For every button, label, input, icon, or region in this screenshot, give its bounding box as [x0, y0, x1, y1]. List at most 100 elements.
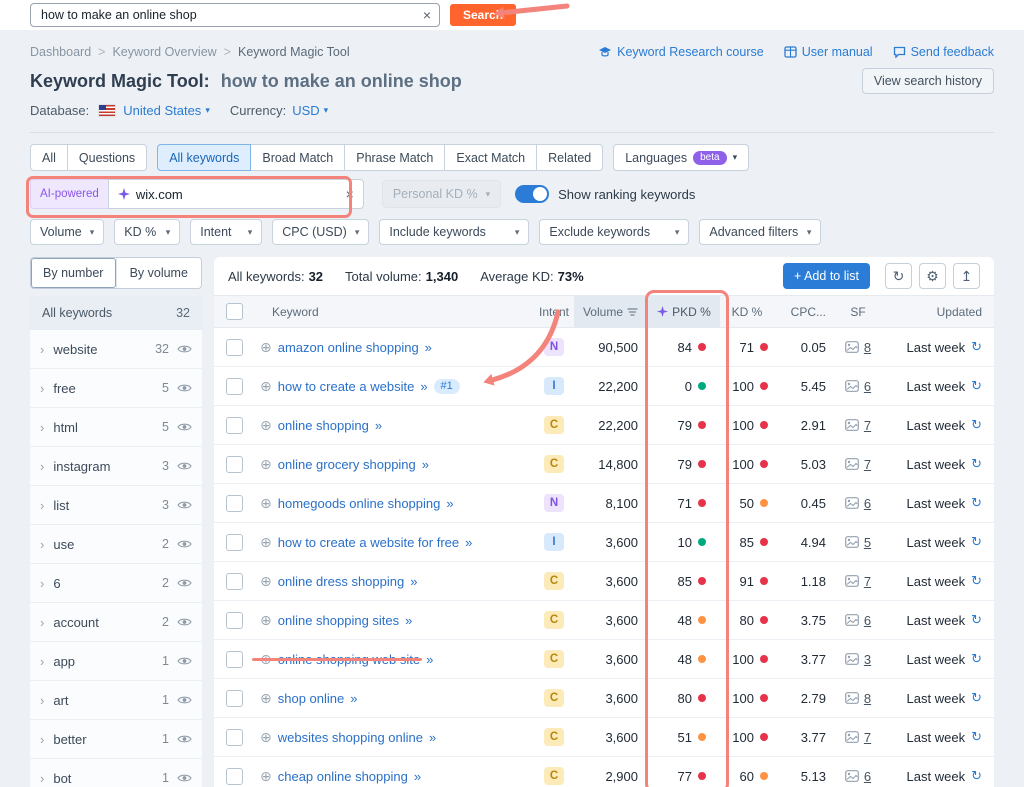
filter-dropdown-exclude-keywords[interactable]: Exclude keywords▾: [539, 219, 689, 245]
column-pkd[interactable]: PKD %: [648, 296, 720, 327]
sidebar-group-item-list[interactable]: › list 3: [30, 486, 202, 525]
sf-count[interactable]: 7: [864, 418, 871, 433]
keyword-link[interactable]: online grocery shopping: [278, 457, 416, 472]
add-keyword-icon[interactable]: ⊕: [260, 613, 272, 627]
row-checkbox[interactable]: [226, 768, 243, 785]
sf-count[interactable]: 3: [864, 652, 871, 667]
expand-chevron-icon[interactable]: ›: [40, 654, 44, 669]
row-checkbox[interactable]: [226, 612, 243, 629]
column-volume[interactable]: Volume: [574, 296, 648, 327]
add-keyword-icon[interactable]: ⊕: [260, 496, 272, 510]
open-keyword-icon[interactable]: »: [405, 613, 412, 628]
match-tab-all-keywords[interactable]: All keywords: [157, 144, 251, 171]
sf-count[interactable]: 8: [864, 340, 871, 355]
sidebar-group-item-better[interactable]: › better 1: [30, 720, 202, 759]
filter-dropdown-cpc-usd[interactable]: CPC (USD)▾: [272, 219, 369, 245]
select-all-checkbox[interactable]: [226, 303, 243, 320]
row-checkbox[interactable]: [226, 534, 243, 551]
refresh-icon[interactable]: ↻: [971, 690, 982, 706]
row-checkbox[interactable]: [226, 573, 243, 590]
keyword-link[interactable]: homegoods online shopping: [278, 496, 441, 511]
column-keyword[interactable]: Keyword: [260, 296, 534, 327]
breadcrumb-item-keyword-overview[interactable]: Keyword Overview: [112, 45, 216, 59]
add-keyword-icon[interactable]: ⊕: [260, 574, 272, 588]
search-button[interactable]: Search: [450, 4, 516, 26]
currency-selector[interactable]: USD ▾: [292, 103, 328, 118]
expand-chevron-icon[interactable]: ›: [40, 498, 44, 513]
sf-count[interactable]: 6: [864, 769, 871, 784]
row-checkbox[interactable]: [226, 378, 243, 395]
column-intent[interactable]: Intent: [534, 296, 574, 327]
refresh-icon[interactable]: ↻: [971, 378, 982, 394]
add-keyword-icon[interactable]: ⊕: [260, 340, 272, 354]
sidebar-group-item-app[interactable]: › app 1: [30, 642, 202, 681]
database-selector[interactable]: United States ▾: [123, 103, 210, 118]
expand-chevron-icon[interactable]: ›: [40, 459, 44, 474]
column-cpc[interactable]: CPC...: [774, 296, 830, 327]
keyword-link[interactable]: online shopping sites: [278, 613, 399, 628]
refresh-icon[interactable]: ↻: [971, 768, 982, 784]
refresh-icon[interactable]: ↻: [971, 651, 982, 667]
keyword-link[interactable]: how to create a website: [278, 379, 415, 394]
add-to-list-button[interactable]: + Add to list: [783, 263, 870, 289]
column-updated[interactable]: Updated: [886, 296, 982, 327]
keyword-link[interactable]: cheap online shopping: [278, 769, 408, 784]
search-input[interactable]: [39, 7, 423, 23]
show-ranking-toggle[interactable]: [515, 185, 549, 203]
add-keyword-icon[interactable]: ⊕: [260, 535, 272, 549]
refresh-icon[interactable]: ↻: [971, 495, 982, 511]
match-tab-related[interactable]: Related: [536, 144, 603, 171]
open-keyword-icon[interactable]: »: [375, 418, 382, 433]
user-manual-link[interactable]: User manual: [784, 45, 873, 59]
expand-chevron-icon[interactable]: ›: [40, 537, 44, 552]
eye-icon[interactable]: [177, 773, 192, 783]
clear-search-icon[interactable]: ×: [423, 8, 431, 22]
eye-icon[interactable]: [177, 695, 192, 705]
keyword-link[interactable]: amazon online shopping: [278, 340, 419, 355]
by-number-tab[interactable]: By number: [31, 258, 116, 288]
add-keyword-icon[interactable]: ⊕: [260, 691, 272, 705]
sf-count[interactable]: 6: [864, 379, 871, 394]
column-sf[interactable]: SF: [830, 296, 886, 327]
refresh-icon[interactable]: ↻: [971, 612, 982, 628]
row-checkbox[interactable]: [226, 495, 243, 512]
sidebar-group-item-account[interactable]: › account 2: [30, 603, 202, 642]
filter-dropdown-volume[interactable]: Volume▾: [30, 219, 104, 245]
sidebar-group-item-use[interactable]: › use 2: [30, 525, 202, 564]
sidebar-group-item-website[interactable]: › website 32: [30, 330, 202, 369]
add-keyword-icon[interactable]: ⊕: [260, 418, 272, 432]
languages-dropdown[interactable]: Languages beta ▾: [613, 144, 749, 171]
match-tab-questions[interactable]: Questions: [67, 144, 147, 171]
settings-button[interactable]: ⚙: [919, 263, 946, 289]
expand-chevron-icon[interactable]: ›: [40, 732, 44, 747]
keyword-link[interactable]: shop online: [278, 691, 345, 706]
match-tab-broad-match[interactable]: Broad Match: [250, 144, 345, 171]
eye-icon[interactable]: [177, 734, 192, 744]
refresh-icon[interactable]: ↻: [971, 534, 982, 550]
row-checkbox[interactable]: [226, 690, 243, 707]
eye-icon[interactable]: [177, 617, 192, 627]
sidebar-group-item-bot[interactable]: › bot 1: [30, 759, 202, 787]
sf-count[interactable]: 7: [864, 457, 871, 472]
row-checkbox[interactable]: [226, 456, 243, 473]
row-checkbox[interactable]: [226, 729, 243, 746]
add-keyword-icon[interactable]: ⊕: [260, 769, 272, 783]
expand-chevron-icon[interactable]: ›: [40, 693, 44, 708]
open-keyword-icon[interactable]: »: [446, 496, 453, 511]
eye-icon[interactable]: [177, 344, 192, 354]
personal-kd-dropdown[interactable]: Personal KD % ▾: [382, 180, 501, 208]
breadcrumb-item-dashboard[interactable]: Dashboard: [30, 45, 91, 59]
match-tab-exact-match[interactable]: Exact Match: [444, 144, 537, 171]
groups-header[interactable]: All keywords 32: [30, 296, 202, 330]
row-checkbox[interactable]: [226, 651, 243, 668]
expand-chevron-icon[interactable]: ›: [40, 420, 44, 435]
open-keyword-icon[interactable]: »: [422, 457, 429, 472]
filter-dropdown-intent[interactable]: Intent▾: [190, 219, 262, 245]
sf-count[interactable]: 6: [864, 496, 871, 511]
add-keyword-icon[interactable]: ⊕: [260, 652, 272, 666]
add-keyword-icon[interactable]: ⊕: [260, 379, 272, 393]
column-kd[interactable]: KD %: [720, 296, 774, 327]
keyword-link[interactable]: how to create a website for free: [278, 535, 459, 550]
expand-chevron-icon[interactable]: ›: [40, 381, 44, 396]
add-keyword-icon[interactable]: ⊕: [260, 730, 272, 744]
